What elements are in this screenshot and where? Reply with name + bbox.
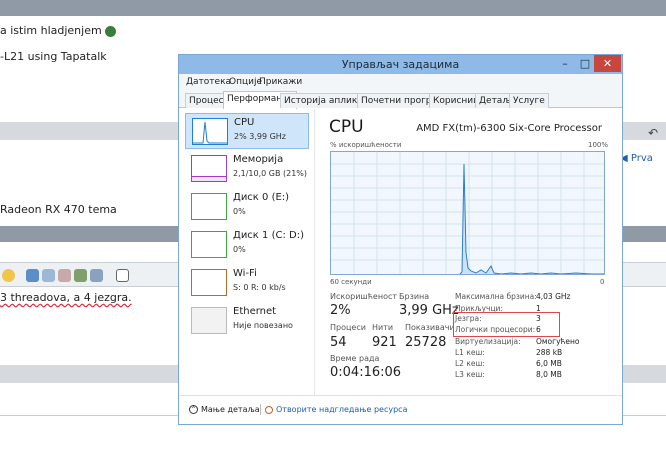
cpu-usage-graph — [330, 151, 605, 275]
link-icon[interactable] — [26, 269, 39, 282]
smiley-icon[interactable] — [2, 269, 15, 282]
cpu-sparkline — [192, 118, 228, 145]
resource-name: Диск 1 (C: D:) — [233, 230, 304, 241]
fewer-details-button[interactable]: ^ Мање детаља — [189, 405, 260, 414]
title-bar[interactable]: Управљач задацима – □ ✕ — [179, 55, 622, 74]
forum-post-text: a istim hladjenjem — [0, 24, 102, 37]
image-icon[interactable] — [58, 269, 71, 282]
disk0-sparkline — [191, 193, 227, 220]
fewer-details-label: Мање детаља — [201, 405, 260, 414]
prop-label-l3-cache: L3 кеш: — [455, 370, 485, 379]
minimize-button[interactable]: – — [554, 55, 576, 72]
close-button[interactable]: ✕ — [594, 55, 621, 72]
ethernet-sparkline — [191, 307, 227, 334]
email-icon[interactable] — [42, 269, 55, 282]
uptime-label: Време рада — [330, 354, 380, 363]
resource-name: Меморија — [233, 154, 284, 165]
quote-icon[interactable] — [116, 269, 129, 282]
prop-value-virtualization: Омогућено — [536, 337, 580, 346]
processes-value: 54 — [330, 335, 347, 350]
threads-label: Нити — [372, 323, 394, 332]
graph-label-top-left: % искоришћености — [330, 141, 402, 149]
maximize-button[interactable]: □ — [576, 55, 594, 72]
resource-item-disk1[interactable]: Диск 1 (C: D:) 0% — [185, 227, 309, 263]
resource-name: Диск 0 (E:) — [233, 192, 290, 203]
menu-item-file[interactable]: Датотека — [186, 77, 231, 87]
cpu-usage-graph-svg — [331, 152, 604, 274]
memory-sparkline — [191, 155, 227, 182]
handles-label: Показивачи — [405, 323, 455, 332]
forum-top-bar — [0, 0, 666, 16]
footer-divider — [260, 404, 261, 415]
detail-heading: CPU — [329, 117, 364, 137]
editor-content: 3 threadova, a 4 jezgra. — [0, 291, 132, 304]
menu-item-view[interactable]: Прикажи — [259, 77, 302, 87]
resource-detail: Није повезано — [233, 321, 293, 330]
prop-value-l1-cache: 288 kB — [536, 348, 563, 357]
resource-detail: 2,1/10,0 GB (21%) — [233, 169, 308, 178]
resource-detail: S: 0 R: 0 kb/s — [233, 283, 286, 292]
resource-name: Ethernet — [233, 306, 277, 317]
open-resource-monitor-label: Отворите надгледање ресурса — [276, 405, 408, 414]
forum-thread-link[interactable]: Radeon RX 470 tema — [0, 203, 117, 216]
prop-label-l1-cache: L1 кеш: — [455, 348, 485, 357]
resource-detail: 0% — [233, 207, 246, 216]
graph-label-top-right: 100% — [588, 141, 609, 149]
handles-value: 25728 — [405, 335, 447, 350]
speed-label: Брзина — [399, 292, 430, 301]
resource-item-ethernet[interactable]: Ethernet Није повезано — [185, 303, 309, 339]
forum-signature: -L21 using Tapatalk — [0, 50, 107, 63]
resource-name: CPU — [234, 117, 255, 128]
resource-name: Wi-Fi — [233, 268, 257, 279]
menu-item-options[interactable]: Опције — [229, 77, 262, 87]
disk1-sparkline — [191, 231, 227, 258]
prop-label-max-speed: Максимална брзина: — [455, 292, 537, 301]
prop-value-l2-cache: 6,0 MB — [536, 359, 562, 368]
resource-item-memory[interactable]: Меморија 2,1/10,0 GB (21%) — [185, 151, 309, 187]
video-icon[interactable] — [74, 269, 87, 282]
usage-value: 2% — [330, 303, 351, 318]
resource-item-cpu[interactable]: CPU 2% 3,99 GHz — [185, 113, 309, 149]
processor-model: AMD FX(tm)-6300 Six-Core Processor — [416, 123, 602, 134]
resource-monitor-icon — [265, 405, 273, 414]
reply-icon[interactable]: ↶ — [648, 126, 658, 140]
wifi-sparkline — [191, 269, 227, 296]
graph-label-bottom-right: 0 — [600, 278, 605, 286]
window-footer: ^ Мање детаља Отворите надгледање ресурса — [179, 395, 622, 424]
processes-label: Процеси — [330, 323, 366, 332]
editor-text[interactable]: 3 threadova, a 4 jezgra. — [0, 291, 132, 304]
chevron-up-icon: ^ — [189, 405, 198, 414]
task-manager-window: Управљач задацима – □ ✕ Датотека Опције … — [178, 54, 623, 425]
uptime-value: 0:04:16:06 — [330, 365, 402, 380]
threads-value: 921 — [372, 335, 397, 350]
tab-services[interactable]: Услуге — [509, 93, 549, 108]
prop-value-l3-cache: 8,0 MB — [536, 370, 562, 379]
resource-detail: 0% — [233, 245, 246, 254]
menu-bar: Датотека Опције Прикажи — [179, 74, 622, 91]
tab-bar: Процеси Перформансе Историја апликација … — [179, 91, 622, 109]
forum-post-line: a istim hladjenjem — [0, 24, 117, 37]
usage-label: Искоришћеност — [330, 292, 398, 301]
first-page-link[interactable]: ◀ Prva — [620, 153, 653, 164]
prop-label-l2-cache: L2 кеш: — [455, 359, 485, 368]
emoji-icon — [105, 25, 117, 37]
open-resource-monitor-link[interactable]: Отворите надгледање ресурса — [265, 405, 407, 414]
speed-value: 3,99 GHz — [399, 303, 459, 318]
media-icon[interactable] — [90, 269, 103, 282]
prop-value-max-speed: 4,03 GHz — [536, 292, 571, 301]
resource-list: CPU 2% 3,99 GHz Меморија 2,1/10,0 GB (21… — [179, 109, 315, 395]
graph-label-bottom-left: 60 секунди — [330, 278, 372, 286]
resource-item-wifi[interactable]: Wi-Fi S: 0 R: 0 kb/s — [185, 265, 309, 301]
resource-detail: 2% 3,99 GHz — [234, 132, 287, 141]
resource-item-disk0[interactable]: Диск 0 (E:) 0% — [185, 189, 309, 225]
prop-label-virtualization: Виртуелизација: — [455, 337, 521, 346]
highlight-box — [453, 312, 560, 337]
